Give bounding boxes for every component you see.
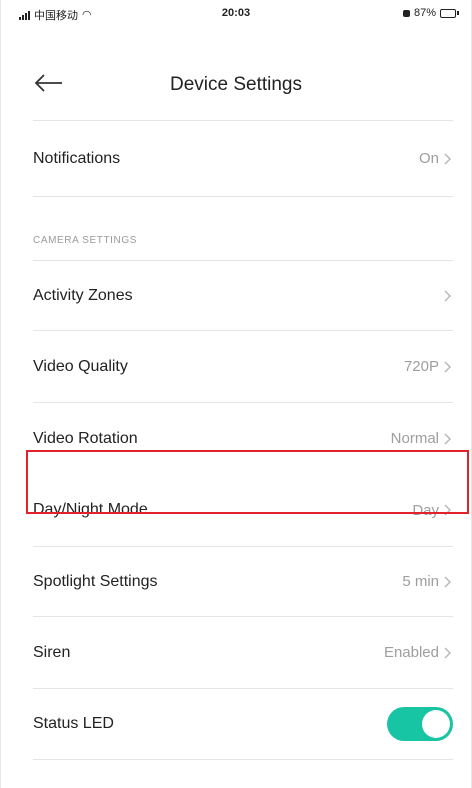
notifications-value: On <box>418 150 439 167</box>
status-bar: 中国移动 ◠ 20:03 87% <box>1 0 471 28</box>
row-value-wrap: 720P <box>404 358 453 375</box>
row-label: Day/Night Mode <box>33 501 148 518</box>
chevron-right-icon <box>444 504 451 516</box>
status-led-row: Status LED <box>33 688 453 760</box>
device-settings-screen: 中国移动 ◠ 20:03 87% Device Settings Notific… <box>0 0 472 788</box>
row-value-wrap <box>439 288 453 304</box>
notifications-row[interactable]: Notifications On <box>33 120 453 196</box>
video-quality-row[interactable]: Video Quality 720P <box>33 330 453 402</box>
chevron-right-icon <box>444 290 451 301</box>
day-night-mode-row[interactable]: Day/Night Mode Day <box>33 474 453 546</box>
row-value: 720P <box>403 358 439 375</box>
notifications-value-wrap: On <box>419 150 453 167</box>
chevron-right-icon <box>444 576 451 587</box>
status-led-toggle[interactable] <box>387 707 453 741</box>
battery-percent: 87% <box>413 7 436 19</box>
row-value-wrap: 5 min <box>402 573 453 590</box>
row-value-wrap: Normal <box>391 430 453 447</box>
row-label: Video Rotation <box>33 429 138 447</box>
row-value-wrap: Day <box>412 502 453 519</box>
row-value: Day <box>412 501 439 519</box>
row-value: Enabled <box>383 644 439 661</box>
row-label: Video Quality <box>33 357 128 375</box>
activity-zones-row[interactable]: Activity Zones <box>33 260 453 330</box>
spotlight-settings-row[interactable]: Spotlight Settings 5 min <box>33 546 453 616</box>
row-label: Status LED <box>33 715 114 732</box>
status-right: 87% <box>402 7 459 19</box>
row-value: Normal <box>390 430 439 447</box>
orientation-lock-icon <box>402 9 410 17</box>
video-rotation-row[interactable]: Video Rotation Normal <box>33 402 453 474</box>
battery-icon <box>440 8 459 18</box>
status-time: 20:03 <box>221 7 251 19</box>
row-label: Activity Zones <box>33 286 133 304</box>
row-label: Spotlight Settings <box>33 572 158 590</box>
toggle-knob <box>422 710 450 738</box>
chevron-right-icon <box>444 647 451 658</box>
chevron-right-icon <box>444 153 451 164</box>
chevron-right-icon <box>444 433 451 444</box>
nav-header: Device Settings <box>1 64 471 104</box>
page-title: Device Settings <box>169 74 302 95</box>
row-value: 5 min <box>402 573 439 590</box>
notifications-label: Notifications <box>33 149 121 167</box>
row-value-wrap: Enabled <box>384 644 453 661</box>
siren-row[interactable]: Siren Enabled <box>33 616 453 688</box>
camera-settings-section-title: CAMERA SETTINGS <box>33 196 453 260</box>
chevron-right-icon <box>444 361 451 372</box>
row-label: Siren <box>33 643 71 661</box>
